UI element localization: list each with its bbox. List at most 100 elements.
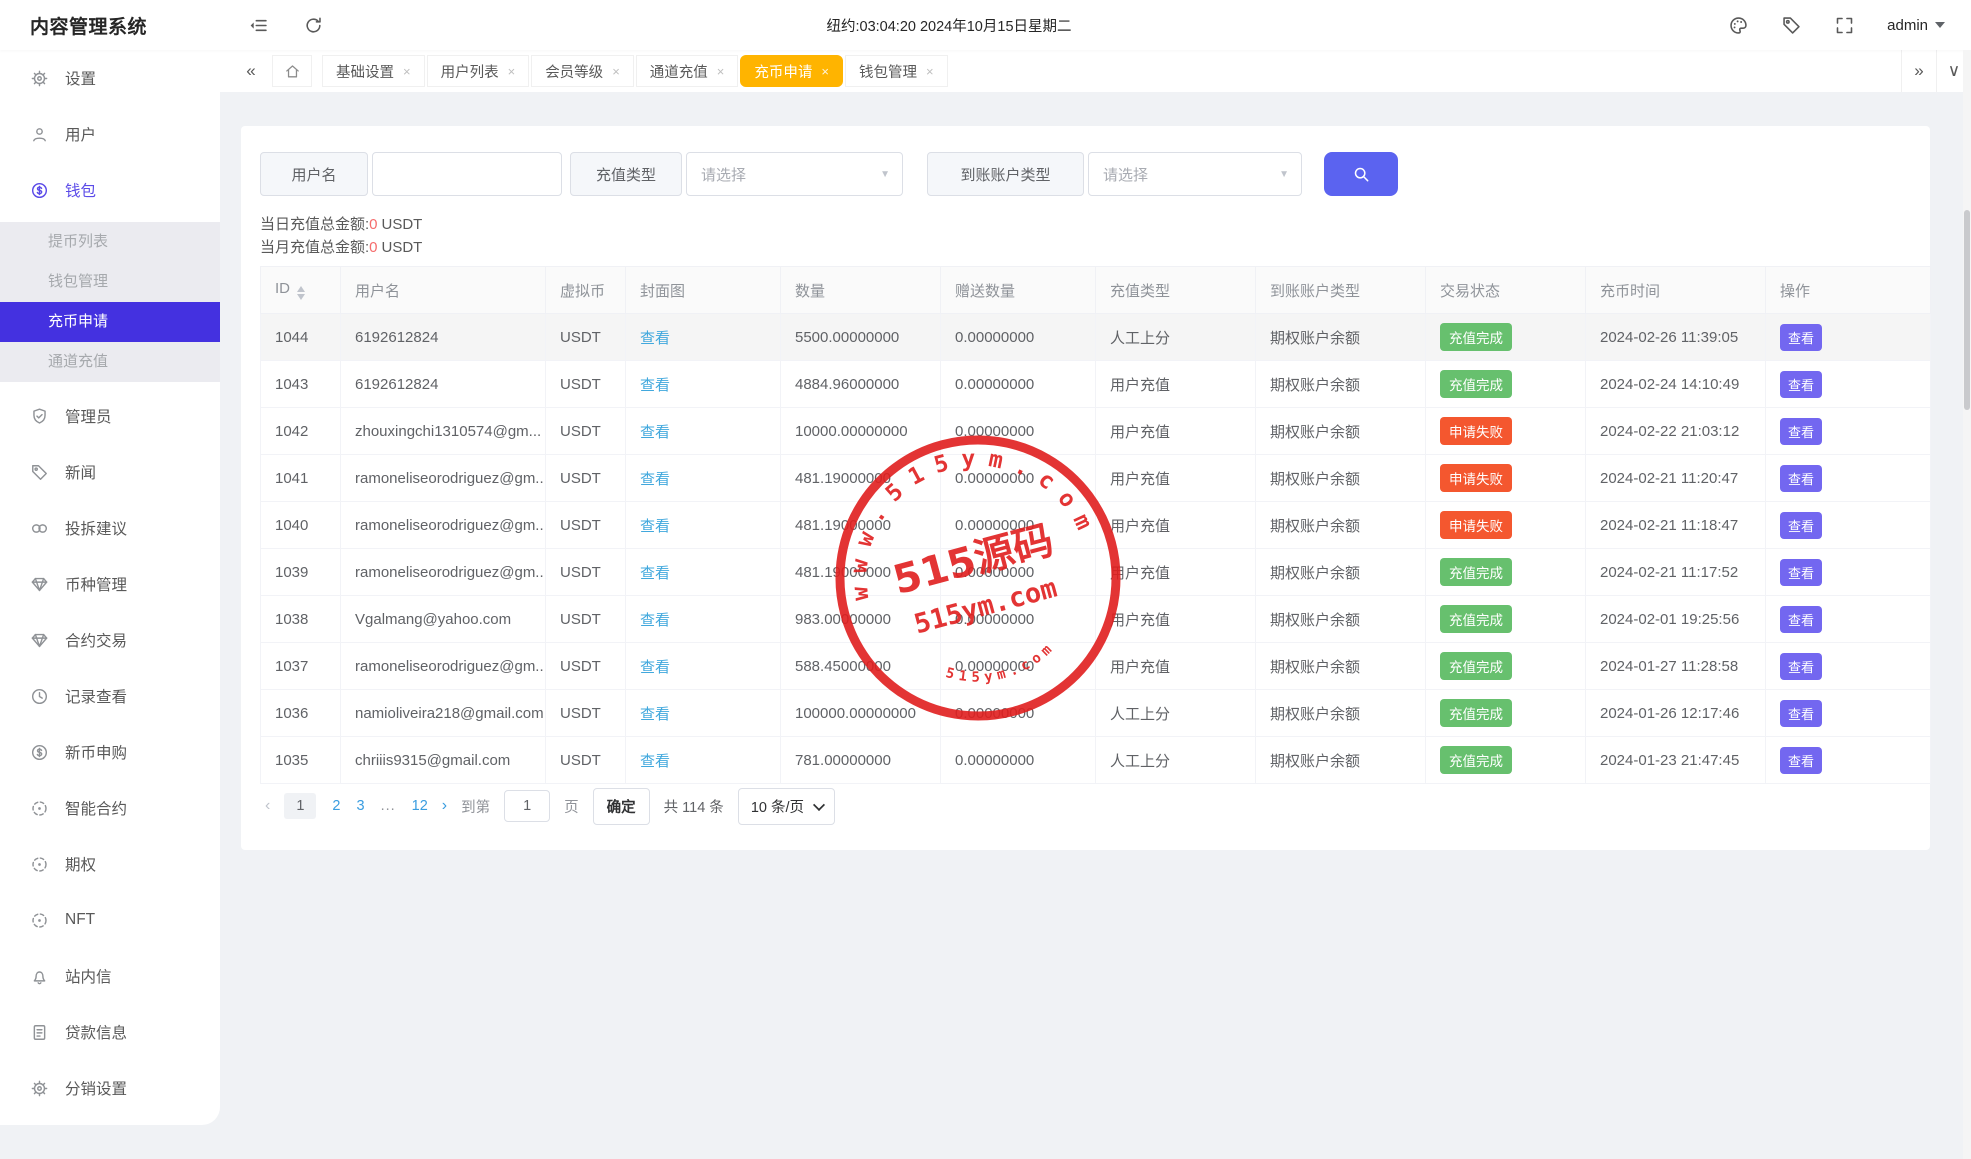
stat-label: 当月充值总金额:	[260, 239, 369, 256]
sidebar-item-news[interactable]: 新闻	[0, 444, 220, 500]
close-tab-icon[interactable]: ×	[508, 65, 516, 78]
stat-value: 0	[369, 239, 377, 256]
tab-channel-recharge[interactable]: 通道充值×	[636, 55, 739, 87]
sidebar-item-nft[interactable]: NFT	[0, 892, 220, 948]
page-size-select[interactable]: 10 条/页	[738, 788, 835, 825]
close-tab-icon[interactable]: ×	[821, 65, 829, 78]
sidebar-item-users[interactable]: 用户	[0, 106, 220, 162]
row-amount: 481.19000000	[795, 517, 891, 534]
sidebar-item-distribution-settings[interactable]: 分销设置	[0, 1060, 220, 1116]
cell-amount: 10000.00000000	[781, 408, 941, 455]
sidebar-item-new-coin-subscribe[interactable]: 新币申购	[0, 724, 220, 780]
sidebar-subitem-withdraw-list[interactable]: 提币列表	[0, 222, 220, 262]
cover-view-link[interactable]: 查看	[640, 565, 670, 582]
sidebar-item-label: 智能合约	[65, 797, 127, 819]
page-button-3[interactable]: 3	[356, 798, 364, 814]
page-button-1[interactable]: 1	[284, 793, 316, 819]
tab-wallet-manage[interactable]: 钱包管理×	[845, 55, 948, 87]
row-time: 2024-02-21 11:18:47	[1600, 517, 1738, 534]
sidebar-item-record-view[interactable]: 记录查看	[0, 668, 220, 724]
sidebar-item-smart-contract[interactable]: 智能合约	[0, 780, 220, 836]
refresh-icon[interactable]	[303, 15, 324, 36]
close-tab-icon[interactable]: ×	[926, 65, 934, 78]
tab-member-level[interactable]: 会员等级×	[531, 55, 634, 87]
close-tab-icon[interactable]: ×	[403, 65, 411, 78]
collapse-tabs-icon[interactable]: «	[234, 50, 268, 92]
link-icon	[30, 519, 49, 538]
sidebar-subitem-coin-recharge-request[interactable]: 充币申请	[0, 302, 220, 342]
row-bonus: 0.00000000	[955, 329, 1034, 346]
confirm-button[interactable]: 确定	[593, 788, 650, 825]
sidebar-item-contract-trade[interactable]: 合约交易	[0, 612, 220, 668]
cell-status: 充值完成	[1426, 549, 1586, 596]
view-button[interactable]: 查看	[1780, 606, 1822, 633]
sidebar-item-options[interactable]: 期权	[0, 836, 220, 892]
view-button[interactable]: 查看	[1780, 324, 1822, 351]
search-button[interactable]	[1324, 152, 1398, 196]
cell-username: ramoneliseorodriguez@gm...	[341, 643, 546, 690]
page-button-2[interactable]: 2	[332, 798, 340, 814]
cell-time: 2024-01-26 12:17:46	[1586, 690, 1766, 737]
next-page-icon[interactable]: ›	[442, 797, 447, 815]
theme-palette-icon[interactable]	[1728, 15, 1749, 36]
cover-view-link[interactable]: 查看	[640, 659, 670, 676]
sidebar-item-coin-manage[interactable]: 币种管理	[0, 556, 220, 612]
sidebar-subitem-channel-recharge[interactable]: 通道充值	[0, 342, 220, 382]
home-tab[interactable]	[272, 55, 312, 87]
cover-view-link[interactable]: 查看	[640, 330, 670, 347]
cover-view-link[interactable]: 查看	[640, 518, 670, 535]
username-input[interactable]	[372, 152, 562, 196]
prev-page-icon[interactable]: ‹	[265, 797, 270, 815]
cell-bonus: 0.00000000	[941, 455, 1096, 502]
view-button[interactable]: 查看	[1780, 747, 1822, 774]
view-button[interactable]: 查看	[1780, 653, 1822, 680]
cover-view-link[interactable]: 查看	[640, 706, 670, 723]
fullscreen-icon[interactable]	[1834, 15, 1855, 36]
fold-menu-icon[interactable]	[248, 15, 269, 36]
dashed-circle-icon	[30, 799, 49, 818]
cell-account-type: 期权账户余额	[1256, 314, 1426, 361]
sidebar-item-wallet[interactable]: 钱包	[0, 162, 220, 218]
sidebar-item-label: 新闻	[65, 461, 96, 483]
tab-coin-recharge-request[interactable]: 充币申请×	[740, 55, 843, 87]
cover-view-link[interactable]: 查看	[640, 471, 670, 488]
tab-user-list[interactable]: 用户列表×	[427, 55, 530, 87]
page-button-12[interactable]: 12	[412, 798, 428, 814]
sidebar-item-site-message[interactable]: 站内信	[0, 948, 220, 1004]
sort-icon[interactable]	[297, 286, 305, 300]
jump-page-input[interactable]	[504, 790, 550, 822]
cover-view-link[interactable]: 查看	[640, 377, 670, 394]
view-button[interactable]: 查看	[1780, 371, 1822, 398]
sidebar-subitem-wallet-manage[interactable]: 钱包管理	[0, 262, 220, 302]
account-type-select[interactable]: 请选择 ▼	[1088, 152, 1302, 196]
column-label: 赠送数量	[955, 283, 1015, 300]
expand-tabs-icon[interactable]: »	[1901, 50, 1936, 92]
view-button[interactable]: 查看	[1780, 418, 1822, 445]
column-label: 操作	[1780, 283, 1810, 300]
tab-basic-settings[interactable]: 基础设置×	[322, 55, 425, 87]
close-tab-icon[interactable]: ×	[612, 65, 620, 78]
recharge-type-select[interactable]: 请选择 ▼	[686, 152, 903, 196]
sidebar-item-loan-info[interactable]: 贷款信息	[0, 1004, 220, 1060]
cell-action: 查看	[1766, 408, 1931, 455]
view-button[interactable]: 查看	[1780, 512, 1822, 539]
scrollbar-thumb[interactable]	[1964, 210, 1970, 410]
view-button[interactable]: 查看	[1780, 559, 1822, 586]
cover-view-link[interactable]: 查看	[640, 424, 670, 441]
column-header: 用户名	[341, 267, 546, 314]
tag-icon[interactable]	[1781, 15, 1802, 36]
page-scrollbar	[1963, 50, 1971, 1159]
cover-view-link[interactable]: 查看	[640, 753, 670, 770]
cover-view-link[interactable]: 查看	[640, 612, 670, 629]
view-button[interactable]: 查看	[1780, 465, 1822, 492]
sidebar-item-settings[interactable]: 设置	[0, 50, 220, 106]
sidebar-item-admins[interactable]: 管理员	[0, 388, 220, 444]
view-button[interactable]: 查看	[1780, 700, 1822, 727]
close-tab-icon[interactable]: ×	[717, 65, 725, 78]
doc-icon	[30, 1023, 49, 1042]
dollar-icon	[30, 181, 49, 200]
row-bonus: 0.00000000	[955, 423, 1034, 440]
sidebar-item-feedback[interactable]: 投拆建议	[0, 500, 220, 556]
user-menu[interactable]: admin	[1887, 17, 1945, 34]
cell-coin: USDT	[546, 690, 626, 737]
